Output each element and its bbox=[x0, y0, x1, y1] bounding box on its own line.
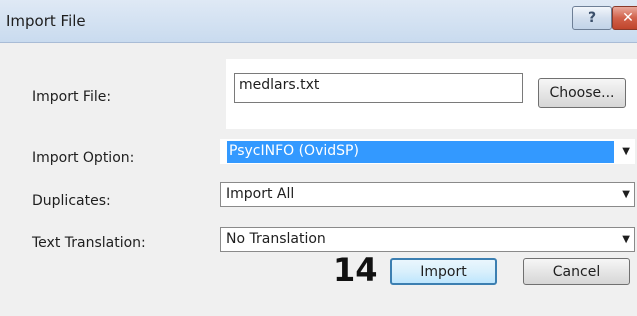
import-file-input[interactable]: medlars.txt bbox=[234, 73, 523, 103]
text-translation-select[interactable]: No Translation ▼ bbox=[220, 227, 635, 252]
help-icon: ? bbox=[587, 10, 597, 26]
dropdown-arrow-icon: ▼ bbox=[622, 189, 630, 200]
dropdown-arrow-icon: ▼ bbox=[622, 146, 630, 157]
import-option-value: PsycINFO (OvidSP) bbox=[229, 143, 359, 159]
duplicates-value: Import All bbox=[226, 186, 295, 202]
help-button[interactable]: ? bbox=[572, 6, 612, 30]
close-icon: ✕ bbox=[622, 10, 634, 26]
import-option-label: Import Option: bbox=[32, 150, 135, 166]
text-translation-value: No Translation bbox=[226, 231, 326, 247]
duplicates-label: Duplicates: bbox=[32, 193, 111, 209]
choose-button[interactable]: Choose... bbox=[538, 78, 626, 108]
import-option-select[interactable]: PsycINFO (OvidSP) ▼ bbox=[220, 139, 635, 164]
step-number-annotation: 14 bbox=[333, 251, 378, 289]
dropdown-arrow-icon: ▼ bbox=[622, 234, 630, 245]
window-title: Import File bbox=[6, 12, 86, 30]
import-file-label: Import File: bbox=[32, 89, 112, 105]
close-button[interactable]: ✕ bbox=[612, 6, 637, 30]
cancel-button[interactable]: Cancel bbox=[523, 258, 630, 285]
import-button[interactable]: Import bbox=[390, 258, 497, 285]
text-translation-label: Text Translation: bbox=[32, 235, 146, 251]
title-bar[interactable]: Import File ? ✕ bbox=[0, 0, 637, 43]
duplicates-select[interactable]: Import All ▼ bbox=[220, 182, 635, 207]
